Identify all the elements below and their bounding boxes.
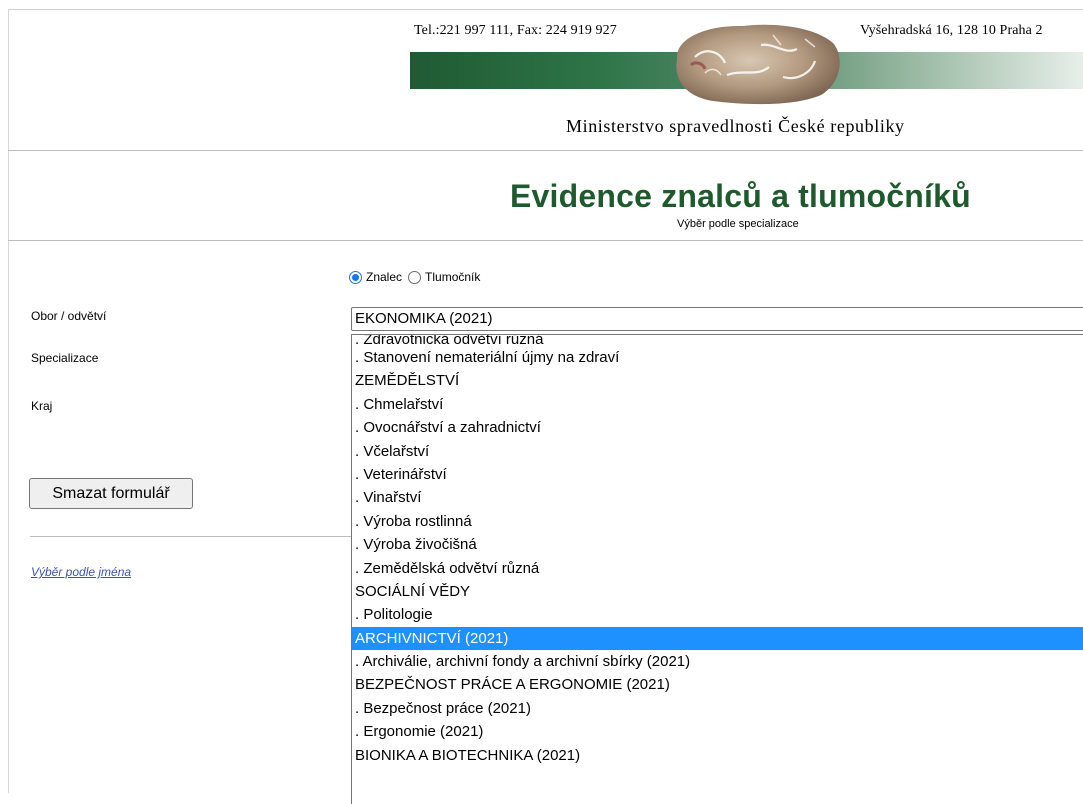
page-border-top	[8, 9, 1083, 10]
dropdown-option[interactable]: . Zdravotnická odvětví různá	[352, 335, 1083, 346]
select-by-name-link[interactable]: Výběr podle jména	[31, 565, 131, 579]
dropdown-option[interactable]: . Archiválie, archivní fondy a archivní …	[352, 650, 1083, 673]
radio-tlumocnik[interactable]	[408, 270, 422, 284]
page-title: Evidence znalců a tlumočníků	[510, 178, 971, 214]
radio-znalec-label[interactable]: Znalec	[366, 270, 402, 284]
contact-phone: Tel.:221 997 111, Fax: 224 919 927	[414, 23, 617, 38]
dropdown-option[interactable]: . Vinařství	[352, 486, 1083, 509]
dropdown-option[interactable]: . Stanovení nemateriální újmy na zdraví	[352, 346, 1083, 369]
dropdown-option[interactable]: . Veterinářství	[352, 463, 1083, 486]
dropdown-option[interactable]: . Ovocnářství a zahradnictví	[352, 416, 1083, 439]
title-divider	[8, 240, 1083, 241]
obor-label: Obor / odvětví	[31, 309, 107, 323]
header-divider	[8, 150, 1083, 151]
dropdown-option[interactable]: BIONIKA A BIOTECHNIKA (2021)	[352, 744, 1083, 767]
ministry-name: Ministerstvo spravedlnosti České republi…	[566, 116, 905, 136]
dropdown-option[interactable]: . Chmelařství	[352, 393, 1083, 416]
obor-dropdown-list[interactable]: . Zdravotnická odvětví různá. Stanovení …	[351, 334, 1083, 804]
dropdown-option[interactable]: . Zemědělská odvětví různá	[352, 557, 1083, 580]
type-radio-group: Znalec Tlumočník	[349, 270, 486, 284]
radio-znalec[interactable]	[349, 270, 362, 284]
header-stone-logo	[676, 24, 840, 105]
radio-tlumocnik-label[interactable]: Tlumočník	[425, 270, 480, 284]
obor-select[interactable]: EKONOMIKA (2021)	[351, 307, 1083, 331]
dropdown-option[interactable]: . Politologie	[352, 603, 1083, 626]
form-divider	[30, 536, 360, 537]
dropdown-option[interactable]: . Výroba rostlinná	[352, 510, 1083, 533]
dropdown-option[interactable]: . Výroba živočišná	[352, 533, 1083, 556]
kraj-label: Kraj	[31, 399, 53, 413]
dropdown-option[interactable]: . Ergonomie (2021)	[352, 720, 1083, 743]
specializace-label: Specializace	[31, 351, 99, 365]
contact-address: Vyšehradská 16, 128 10 Praha 2	[860, 23, 1043, 38]
dropdown-option[interactable]: ZEMĚDĚLSTVÍ	[352, 369, 1083, 392]
dropdown-option[interactable]: ARCHIVNICTVÍ (2021)	[352, 626, 1083, 651]
page-border-left	[8, 9, 9, 793]
page-subtitle: Výběr podle specializace	[677, 218, 799, 230]
dropdown-option[interactable]: . Bezpečnost práce (2021)	[352, 697, 1083, 720]
dropdown-option[interactable]: SOCIÁLNÍ VĚDY	[352, 580, 1083, 603]
dropdown-option[interactable]: . Včelařství	[352, 440, 1083, 463]
clear-form-button[interactable]: Smazat formulář	[29, 478, 193, 509]
dropdown-option[interactable]: BEZPEČNOST PRÁCE A ERGONOMIE (2021)	[352, 673, 1083, 696]
